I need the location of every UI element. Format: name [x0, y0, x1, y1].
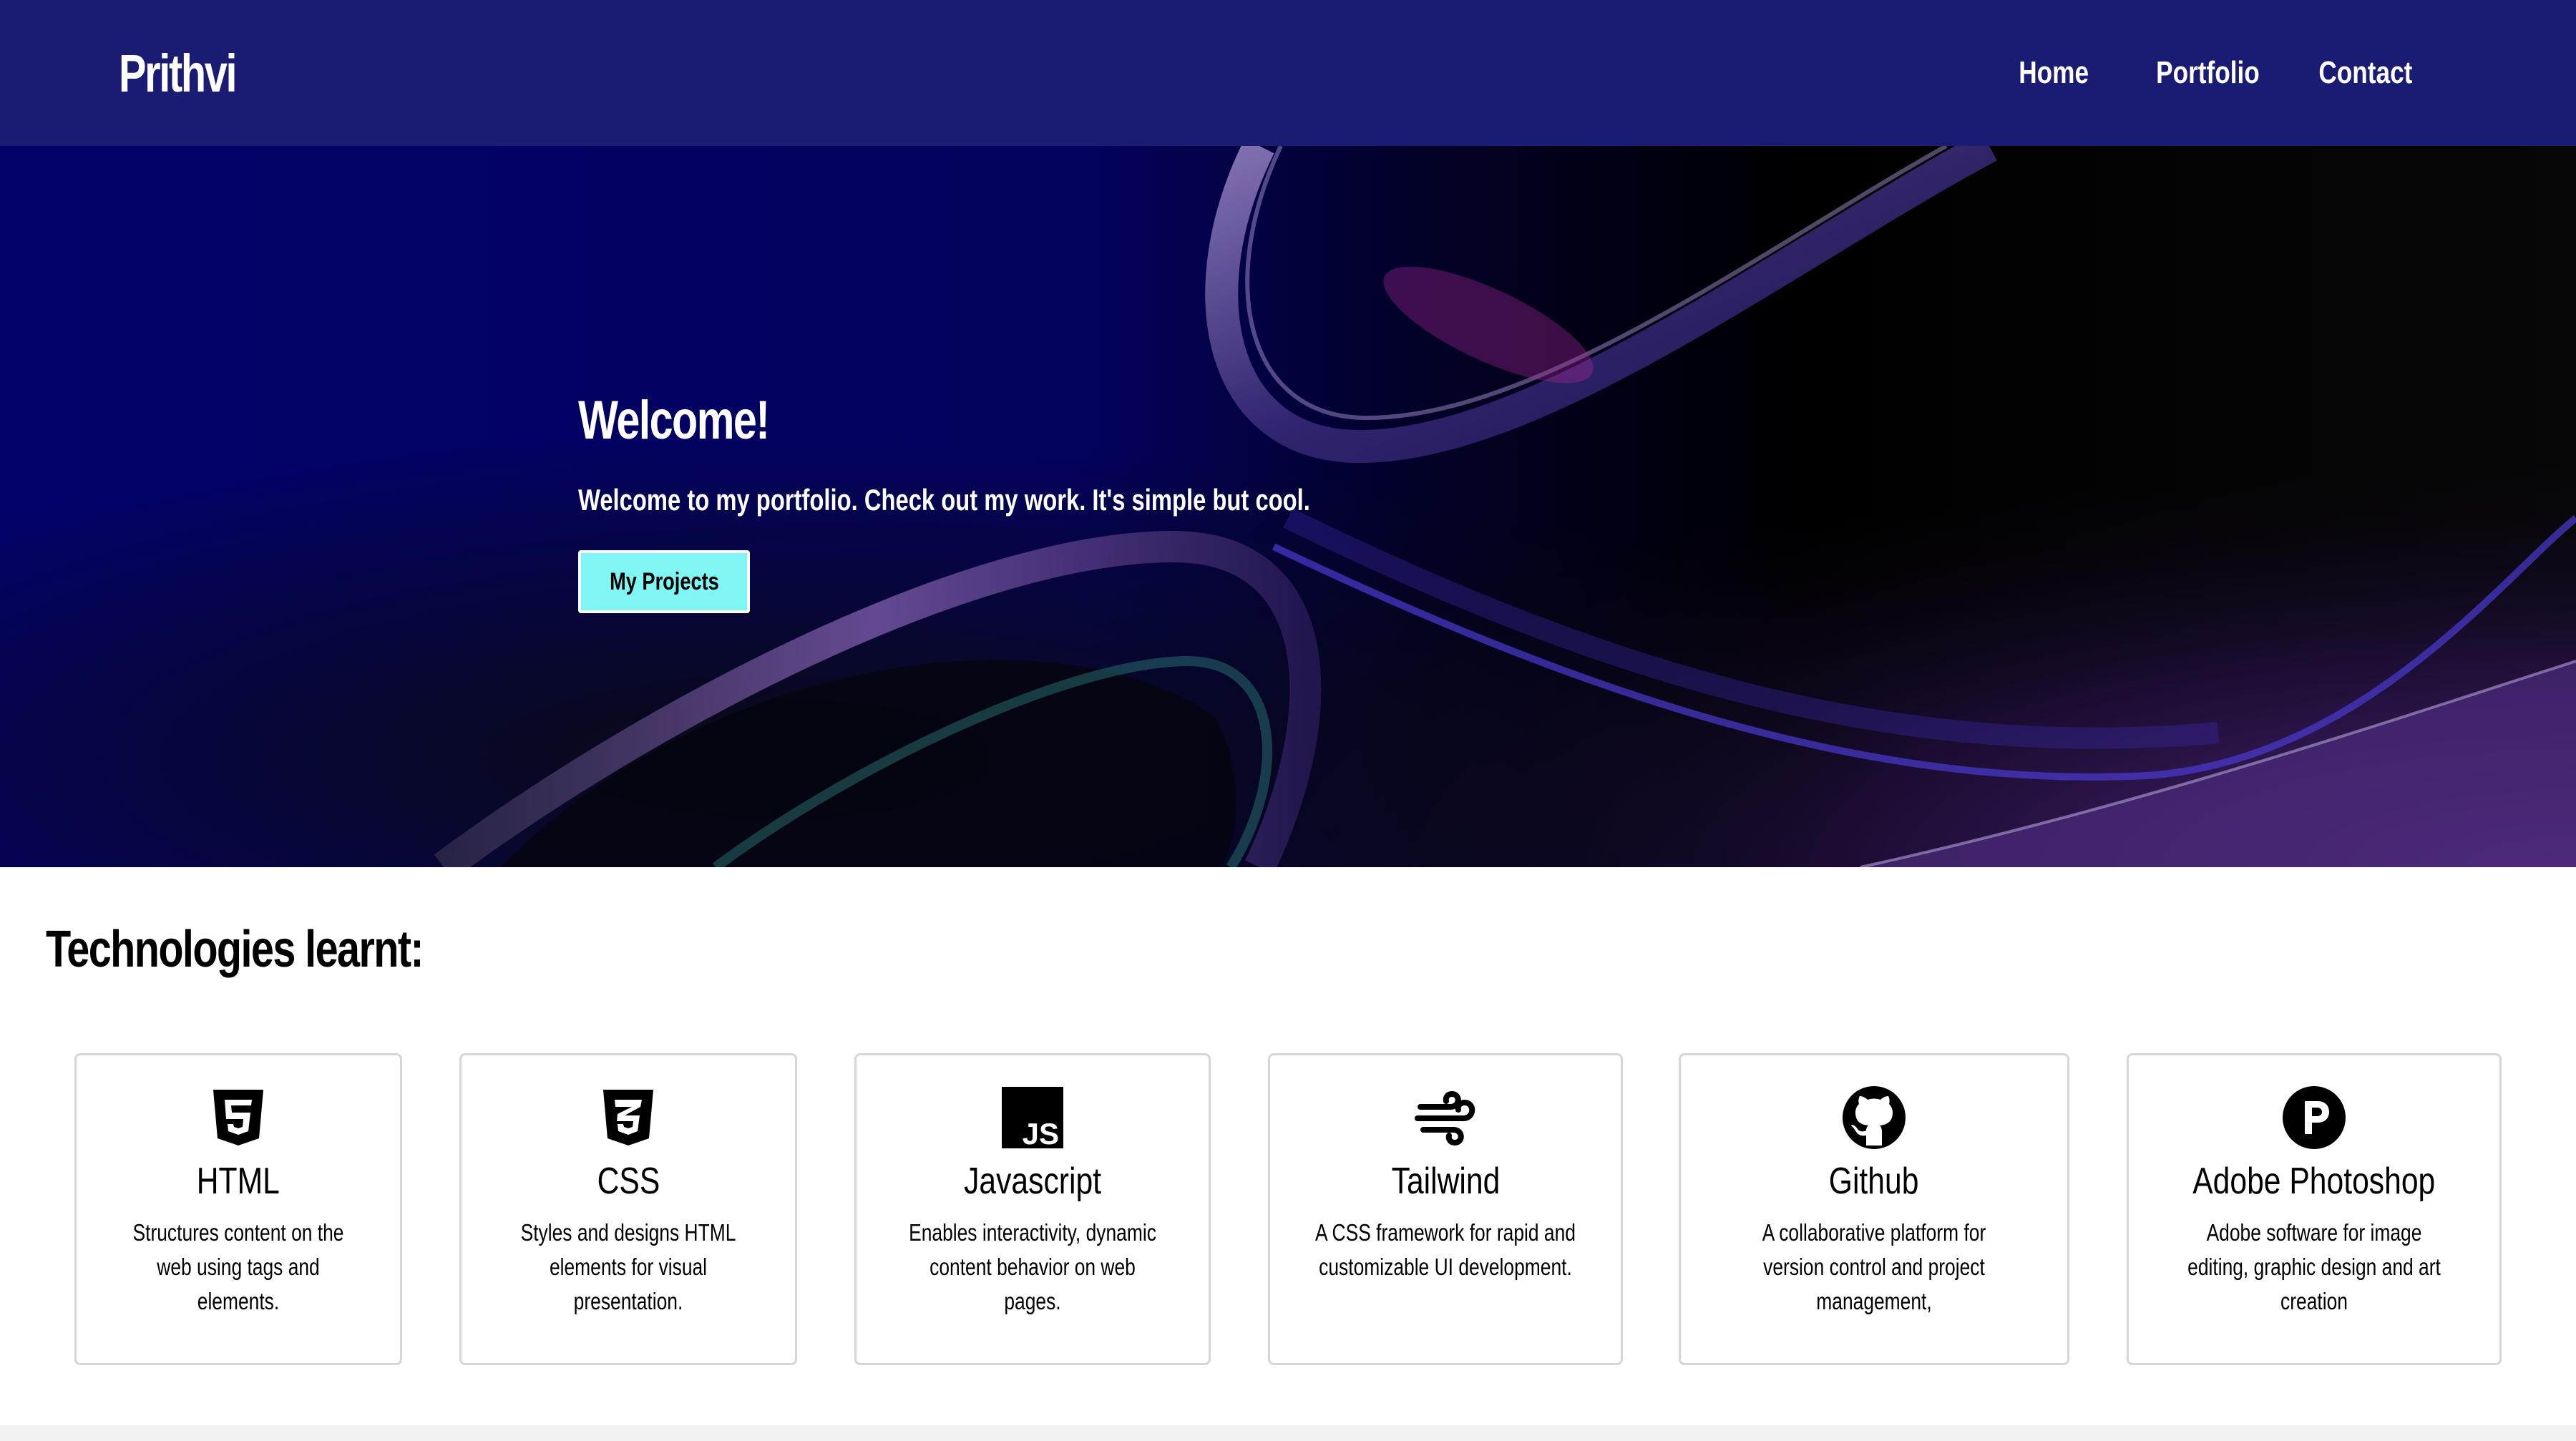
tech-card-description: A CSS framework for rapid and customizab… [1315, 1219, 1576, 1280]
nav-links: Home Portfolio Contact [2010, 55, 2424, 91]
tech-card-description: Structures content on the web using tags… [132, 1219, 344, 1314]
tech-card-title: HTML [196, 1161, 280, 1202]
tech-card-title: CSS [597, 1161, 660, 1202]
hero-section: Welcome! Welcome to my portfolio. Check … [0, 146, 2576, 867]
my-projects-button-label: My Projects [609, 567, 719, 595]
my-projects-button[interactable]: My Projects [578, 550, 750, 613]
hero-title: Welcome! [578, 390, 770, 451]
wind-icon [1415, 1090, 1475, 1146]
css3-icon [603, 1090, 653, 1146]
tech-card-description: A collaborative platform for version con… [1762, 1219, 1986, 1314]
tech-card-github: Github A collaborative platform for vers… [1679, 1053, 2069, 1365]
tech-card-html: HTML Structures content on the web using… [74, 1053, 402, 1365]
navbar: Prithvi Home Portfolio Contact [0, 0, 2576, 146]
site-brand[interactable]: Prithvi [119, 43, 238, 104]
hero-subtitle: Welcome to my portfolio. Check out my wo… [578, 483, 1310, 517]
nav-link-home[interactable]: Home [2019, 55, 2089, 91]
tech-card-css: CSS Styles and designs HTML elements for… [459, 1053, 797, 1365]
tech-card-javascript: JS Javascript Enables interactivity, dyn… [854, 1053, 1211, 1365]
tech-card-tailwind: Tailwind A CSS framework for rapid and c… [1268, 1053, 1623, 1365]
javascript-icon: JS [1002, 1087, 1063, 1150]
hero-content: Welcome! Welcome to my portfolio. Check … [578, 389, 1516, 613]
html5-icon [213, 1090, 263, 1146]
github-icon [1843, 1086, 1906, 1149]
tech-card-adobe-photoshop: Adobe Photoshop Adobe software for image… [2127, 1053, 2502, 1365]
nav-link-contact[interactable]: Contact [2319, 55, 2413, 91]
tech-card-description: Enables interactivity, dynamic content b… [909, 1219, 1156, 1314]
tech-card-title: Javascript [964, 1161, 1101, 1202]
tech-card-description: Adobe software for image editing, graphi… [2187, 1219, 2441, 1314]
footer-strip [0, 1425, 2576, 1441]
photoshop-p-icon [2283, 1086, 2346, 1149]
nav-link-portfolio[interactable]: Portfolio [2156, 55, 2260, 91]
tech-card-title: Adobe Photoshop [2192, 1161, 2436, 1202]
tech-card-description: Styles and designs HTML elements for vis… [520, 1219, 736, 1314]
technologies-heading: Technologies learnt: [46, 921, 424, 978]
svg-text:JS: JS [1023, 1117, 1059, 1150]
tech-card-title: Tailwind [1391, 1161, 1500, 1202]
tech-card-title: Github [1829, 1161, 1919, 1202]
